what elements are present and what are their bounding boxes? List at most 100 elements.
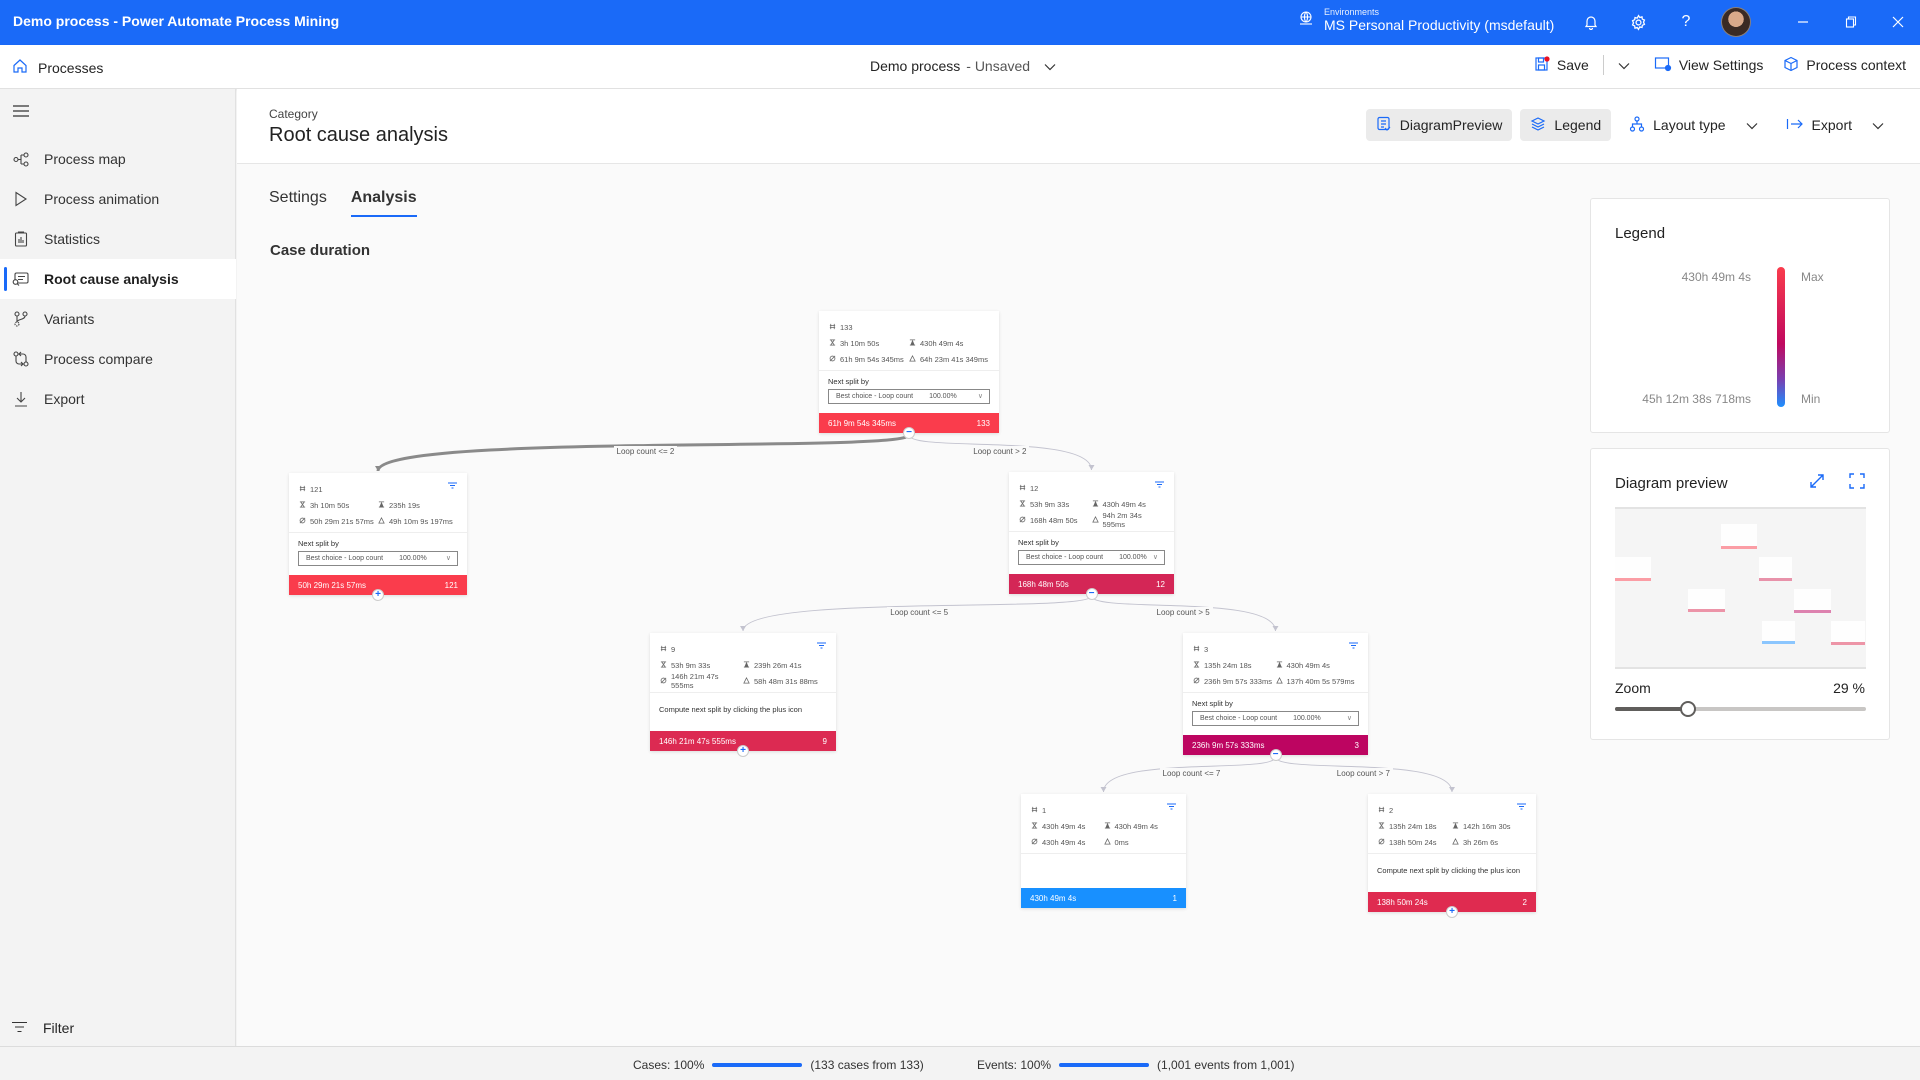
filter-icon[interactable] [1517,803,1526,812]
node-stat-min: 3h 10m 50s [299,501,378,510]
document-state: - Unsaved [966,58,1031,74]
node-duration-value: 430h 49m 4s [1030,893,1077,903]
tree-node[interactable]: 1 430h 49m 4s 430h 49m 4s 430h 49m 4s 0ms 430… [1021,794,1186,908]
split-percent: 100.00% [929,393,957,400]
node-stat-value: 137h 40m 5s 579ms [1286,676,1355,686]
expand-diagonal-icon[interactable] [1809,473,1825,494]
bell-icon[interactable] [1580,11,1602,33]
document-title: Demo process [870,58,961,74]
expand-plus-button[interactable]: + [737,745,749,757]
diagram-minimap[interactable] [1615,507,1866,669]
environment-picker[interactable]: Environments MS Personal Productivity (m… [1298,7,1554,33]
processes-link[interactable]: Processes [12,58,103,77]
save-button[interactable]: Save [1534,55,1589,75]
tree-node[interactable]: 12 53h 9m 33s 430h 49m 4s 168h 48m 50s 94h 2… [1009,472,1174,594]
next-split-dropdown[interactable]: Best choice - Loop count 100.00% ∨ [298,551,458,566]
diagram-preview-toggle[interactable]: DiagramPreview [1365,109,1513,141]
tree-node[interactable]: 9 53h 9m 33s 239h 26m 41s 146h 21m 47s 555m… [650,633,836,751]
node-stat-value: 53h 9m 33s [671,660,711,670]
node-stat-value: 430h 49m 4s [1114,821,1158,831]
sidebar-item-process-animation[interactable]: Process animation [0,179,236,219]
node-case-count-value: 12 [1030,483,1039,493]
close-icon[interactable] [1887,11,1909,33]
avg-icon [1193,677,1200,686]
node-stat-avg: 138h 50m 24s [1378,838,1452,847]
cases-icon [829,323,836,332]
next-split-section: Next split by Best choice - Loop count 100… [1009,532,1174,574]
node-case-count: 3 [1193,645,1276,654]
filter-button[interactable]: Filter [12,1020,74,1036]
tree-node[interactable]: 121 3h 10m 50s 235h 19s 50h 29m 21s 57ms 49h… [289,473,467,595]
expand-plus-button[interactable]: + [372,589,384,601]
minimap-node-bar [1831,641,1865,645]
gear-icon[interactable] [1627,11,1649,33]
filter-icon[interactable] [1155,481,1164,490]
std-icon [909,354,916,364]
tab-analysis[interactable]: Analysis [350,189,417,217]
view-settings-button[interactable]: View Settings [1654,56,1763,75]
avg-icon [1031,838,1038,847]
filter-icon[interactable] [1349,642,1358,651]
filter-icon[interactable] [817,642,826,651]
legend-toggle[interactable]: Legend [1520,109,1612,141]
events-progress-fill [1059,1063,1150,1067]
sidebar-item-root-cause-analysis[interactable]: Root cause analysis [0,259,236,299]
cases-progress-fill [712,1063,803,1067]
layout-type-dropdown[interactable]: Layout type [1619,109,1767,141]
decision-tree-canvas[interactable]: 133 3h 10m 50s 430h 49m 4s 61h 9m 54s 345ms… [237,224,1577,1044]
export-dropdown[interactable]: Export [1776,109,1894,141]
sidebar-item-label: Process compare [44,351,153,367]
sidebar-item-label: Root cause analysis [44,271,179,287]
tab-settings[interactable]: Settings [269,189,327,217]
node-stats: 121 3h 10m 50s 235h 19s 50h 29m 21s 57ms 49h… [289,473,467,533]
avg-icon [1378,838,1385,847]
node-case-count-row: 1 [1031,802,1176,818]
chevron-down-icon: ∨ [977,393,983,400]
minimap-node-bar [1615,578,1651,582]
tree-node[interactable]: 133 3h 10m 50s 430h 49m 4s 61h 9m 54s 345ms… [819,311,999,433]
hamburger-menu-icon[interactable] [13,104,29,123]
process-context-button[interactable]: Process context [1783,56,1906,75]
sidebar-item-process-compare[interactable]: Process compare [0,339,236,379]
node-duration-value: 168h 48m 50s [1018,579,1069,589]
sidebar-item-variants[interactable]: Variants [0,299,236,339]
tree-node[interactable]: 2 135h 24m 18s 142h 16m 30s 138h 50m 24s 3h … [1368,794,1536,912]
zoom-label: Zoom [1615,680,1651,696]
next-split-dropdown[interactable]: Best choice - Loop count 100.00% ∨ [1018,550,1165,565]
tree-node[interactable]: 3 135h 24m 18s 430h 49m 4s 236h 9m 57s 333m… [1183,633,1368,755]
node-case-count-value: 9 [671,644,676,654]
next-split-dropdown[interactable]: Best choice - Loop count 100.00% ∨ [828,389,990,404]
filter-icon[interactable] [448,482,457,491]
sidebar-nav: Process map Process animation Statistics… [0,139,236,419]
chevron-down-icon: ∨ [1152,554,1158,561]
avatar[interactable] [1721,7,1751,37]
node-stat-min: 3h 10m 50s [829,339,909,348]
minimize-icon[interactable] [1792,11,1814,33]
sidebar-item-export[interactable]: Export [0,379,236,419]
restore-icon[interactable] [1840,11,1862,33]
document-title-dropdown[interactable]: Demo process - Unsaved [870,58,1056,74]
sidebar-item-process-map[interactable]: Process map [0,139,236,179]
filter-icon[interactable] [1167,803,1176,812]
node-case-count-value: 121 [310,484,323,494]
sidebar-item-statistics[interactable]: Statistics [0,219,236,259]
collapse-minus-button[interactable]: − [1269,749,1282,761]
cases-icon [1378,806,1385,815]
zoom-slider-thumb[interactable] [1679,701,1696,717]
node-stat-avg: 61h 9m 54s 345ms [829,355,909,364]
node-stat-value: 3h 10m 50s [310,500,350,510]
next-split-section: Next split by Best choice - Loop count 100… [1183,693,1368,735]
expand-plus-button[interactable]: + [1446,906,1458,918]
next-split-dropdown[interactable]: Best choice - Loop count 100.00% ∨ [1192,711,1359,726]
save-options-chevron-icon[interactable] [1618,57,1630,73]
node-duration-value: 50h 29m 21s 57ms [298,580,367,590]
variants-icon [12,310,30,328]
zoom-slider[interactable] [1615,701,1866,717]
collapse-minus-button[interactable]: − [903,427,915,439]
collapse-minus-button[interactable]: − [1085,588,1098,600]
max-icon [378,500,385,510]
node-stat-min: 135h 24m 18s [1193,661,1276,670]
fullscreen-icon[interactable] [1849,473,1865,494]
min-icon [1193,660,1200,670]
help-icon[interactable]: ? [1675,11,1697,33]
